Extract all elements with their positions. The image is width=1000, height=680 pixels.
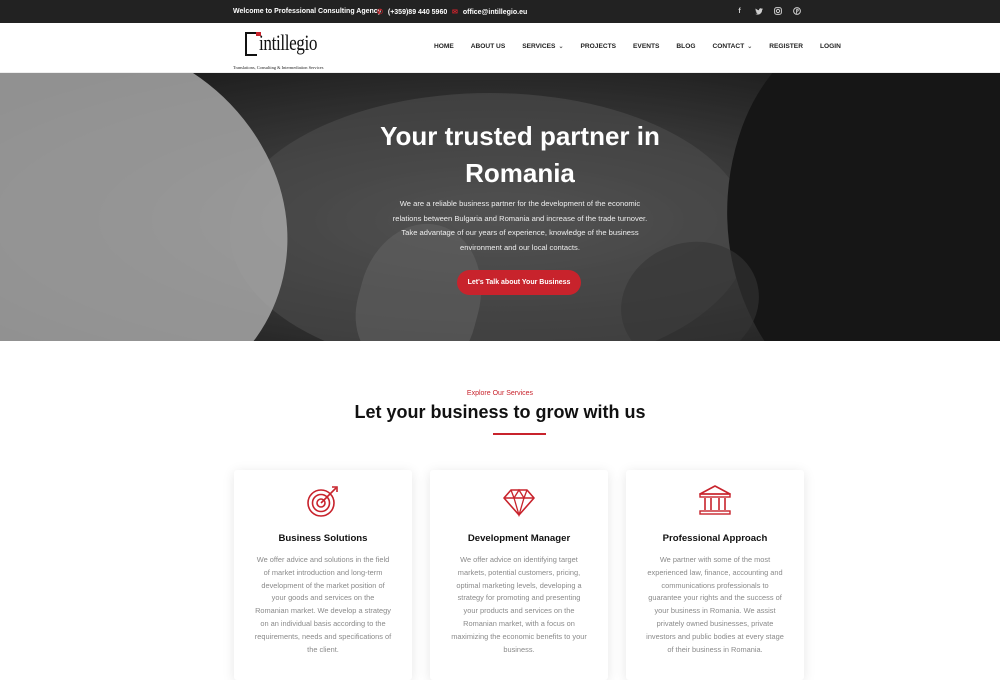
phone-icon: ✆ bbox=[377, 9, 383, 16]
section-eyebrow: Explore Our Services bbox=[466, 390, 534, 397]
welcome-text: Welcome to Professional Consulting Agenc… bbox=[233, 8, 382, 15]
service-card-development-manager[interactable]: Development Manager We offer advice on i… bbox=[430, 470, 608, 680]
main-nav: HOME ABOUT US SERVICES ⌄ PROJECTS EVENTS … bbox=[434, 43, 858, 50]
logo-mark bbox=[245, 32, 261, 56]
email-contact[interactable]: ✉ office@intillegio.eu bbox=[452, 8, 528, 17]
nav-about-us[interactable]: ABOUT US bbox=[471, 43, 505, 50]
logo-tagline: Translations, Consulting & Intermediatio… bbox=[233, 65, 324, 70]
service-card-professional-approach[interactable]: Professional Approach We partner with so… bbox=[626, 470, 804, 680]
title-underline bbox=[493, 433, 546, 435]
chevron-down-icon: ⌄ bbox=[558, 44, 564, 50]
phone-number: (+359)89 440 5960 bbox=[387, 8, 448, 16]
envelope-icon: ✉ bbox=[452, 9, 458, 16]
facebook-icon[interactable]: f bbox=[735, 6, 744, 16]
cta-button[interactable]: Let's Talk about Your Business bbox=[457, 270, 581, 295]
top-bar: Welcome to Professional Consulting Agenc… bbox=[0, 0, 1000, 23]
nav-blog[interactable]: BLOG bbox=[676, 43, 695, 50]
service-card-business-solutions[interactable]: Business Solutions We offer advice and s… bbox=[234, 470, 412, 680]
site-header: intillegio Translations, Consulting & In… bbox=[0, 23, 1000, 73]
chevron-down-icon: ⌄ bbox=[747, 44, 753, 50]
nav-projects[interactable]: PROJECTS bbox=[580, 43, 616, 50]
nav-register[interactable]: REGISTER bbox=[769, 43, 803, 50]
social-links: f bbox=[735, 6, 801, 16]
hero-description: We are a reliable business partner for t… bbox=[392, 199, 648, 252]
nav-services[interactable]: SERVICES ⌄ bbox=[522, 43, 563, 50]
card-text: We offer advice and solutions in the fie… bbox=[254, 555, 392, 654]
section-title: Let your business to grow with us bbox=[354, 402, 646, 422]
target-icon bbox=[306, 484, 340, 518]
email-address: office@intillegio.eu bbox=[462, 8, 528, 16]
nav-contact[interactable]: CONTACT ⌄ bbox=[712, 43, 752, 50]
phone-contact[interactable]: ✆ (+359)89 440 5960 bbox=[377, 8, 448, 17]
card-title: Professional Approach bbox=[662, 533, 768, 544]
nav-events[interactable]: EVENTS bbox=[633, 43, 659, 50]
card-title: Business Solutions bbox=[278, 533, 368, 544]
logo-wordmark: intillegio bbox=[259, 30, 318, 55]
card-text: We offer advice on identifying target ma… bbox=[451, 555, 587, 654]
bank-icon bbox=[698, 484, 732, 518]
diamond-icon bbox=[502, 484, 536, 518]
hero-section: Your trusted partner in Romania We are a… bbox=[0, 73, 1000, 341]
twitter-icon[interactable] bbox=[754, 6, 763, 16]
nav-home[interactable]: HOME bbox=[434, 43, 454, 50]
nav-login[interactable]: LOGIN bbox=[820, 43, 841, 50]
card-title: Development Manager bbox=[467, 533, 571, 544]
hero-title: Your trusted partner in Romania bbox=[380, 121, 660, 188]
site-logo[interactable]: intillegio Translations, Consulting & In… bbox=[233, 29, 348, 70]
pinterest-icon[interactable] bbox=[792, 6, 801, 16]
card-text: We partner with some of the most experie… bbox=[646, 555, 784, 654]
instagram-icon[interactable] bbox=[773, 6, 782, 16]
